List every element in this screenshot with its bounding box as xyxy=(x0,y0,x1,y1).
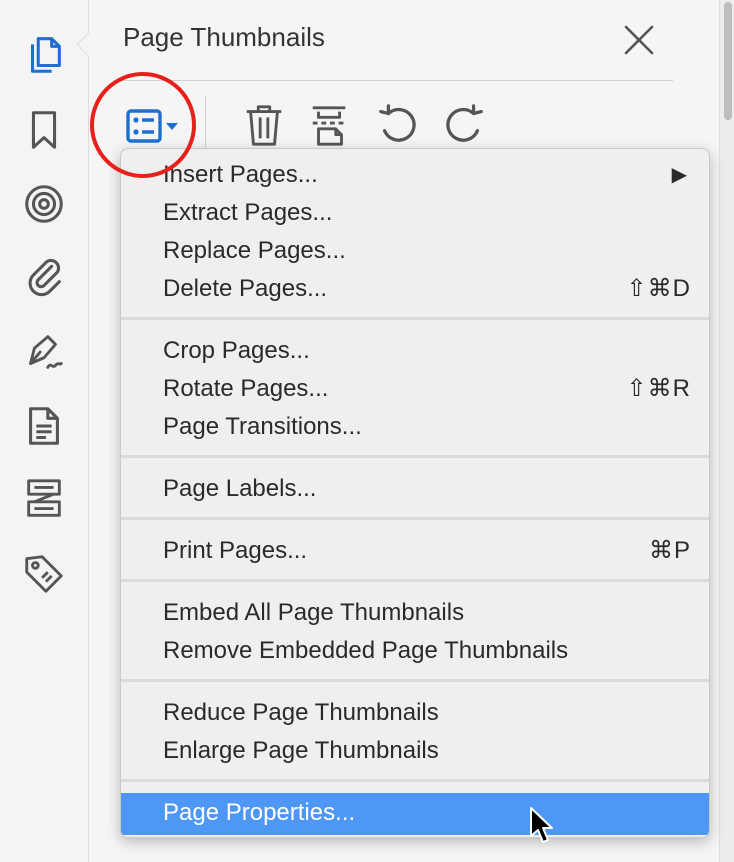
menu-item-shortcut: ⌘P xyxy=(648,537,691,564)
menu-item-label: Crop Pages... xyxy=(163,337,310,364)
close-panel-button[interactable] xyxy=(621,22,657,58)
page-thumbnails-icon[interactable] xyxy=(20,30,68,78)
menu-separator xyxy=(121,579,709,582)
crop-page-icon xyxy=(312,106,346,146)
panel-title: Page Thumbnails xyxy=(123,22,325,52)
crop-pages-button[interactable] xyxy=(305,100,355,150)
menu-item-enlarge-page-thumbnails[interactable]: Enlarge Page Thumbnails xyxy=(121,732,709,770)
delete-pages-button[interactable] xyxy=(239,100,289,150)
menu-item-label: Delete Pages... xyxy=(163,275,328,302)
bookmark-icon[interactable] xyxy=(20,106,68,154)
menu-item-crop-pages[interactable]: Crop Pages... xyxy=(121,332,709,370)
menu-item-page-properties[interactable]: Page Properties... xyxy=(121,793,709,835)
submenu-arrow-icon: ▶ xyxy=(671,164,687,186)
menu-item-label: Page Labels... xyxy=(163,475,317,502)
tag-icon[interactable] xyxy=(20,550,68,598)
menu-item-label: Page Properties... xyxy=(163,799,356,826)
close-icon xyxy=(624,25,654,55)
menu-item-label: Rotate Pages... xyxy=(163,375,329,402)
menu-item-reduce-page-thumbnails[interactable]: Reduce Page Thumbnails xyxy=(121,694,709,732)
menu-item-print-pages[interactable]: Print Pages... ⌘P xyxy=(121,532,709,570)
menu-item-remove-embedded-page-thumbnails[interactable]: Remove Embedded Page Thumbnails xyxy=(121,632,709,670)
tool-rail xyxy=(0,0,89,862)
menu-item-label: Embed All Page Thumbnails xyxy=(163,599,465,626)
title-divider xyxy=(121,80,673,81)
menu-item-embed-all-page-thumbnails[interactable]: Embed All Page Thumbnails xyxy=(121,594,709,632)
document-icon[interactable] xyxy=(20,402,68,450)
menu-item-label: Reduce Page Thumbnails xyxy=(163,699,439,726)
menu-item-rotate-pages[interactable]: Rotate Pages... ⇧⌘R xyxy=(121,370,709,408)
menu-item-label: Remove Embedded Page Thumbnails xyxy=(163,637,569,664)
menu-item-shortcut: ⇧⌘R xyxy=(626,375,691,402)
options-dropdown-menu: Insert Pages... ▶ Extract Pages... Replace … xyxy=(120,148,710,838)
menu-item-page-transitions[interactable]: Page Transitions... xyxy=(121,408,709,446)
menu-separator xyxy=(121,779,709,782)
menu-item-label: Insert Pages... xyxy=(163,161,318,188)
menu-separator xyxy=(121,517,709,520)
mouse-pointer-icon xyxy=(530,807,553,843)
menu-separator xyxy=(121,317,709,320)
options-menu-icon xyxy=(126,109,178,143)
menu-item-label: Extract Pages... xyxy=(163,199,333,226)
menu-item-insert-pages[interactable]: Insert Pages... ▶ xyxy=(121,156,709,194)
menu-item-label: Page Transitions... xyxy=(163,413,362,440)
rotate-clockwise-icon xyxy=(446,104,483,142)
rotate-clockwise-button[interactable] xyxy=(439,100,489,150)
menu-separator xyxy=(121,679,709,682)
menu-item-delete-pages[interactable]: Delete Pages... ⇧⌘D xyxy=(121,270,709,308)
options-menu-button[interactable] xyxy=(124,107,188,147)
trash-icon xyxy=(246,105,282,146)
toolbar-divider xyxy=(205,96,206,148)
attachment-icon[interactable] xyxy=(20,250,68,298)
rotate-counterclockwise-icon xyxy=(379,104,416,142)
menu-item-extract-pages[interactable]: Extract Pages... xyxy=(121,194,709,232)
menu-item-shortcut: ⇧⌘D xyxy=(626,275,691,302)
layers-icon[interactable] xyxy=(20,180,68,228)
menu-item-label: Replace Pages... xyxy=(163,237,346,264)
menu-item-page-labels[interactable]: Page Labels... xyxy=(121,470,709,508)
signature-icon[interactable] xyxy=(20,328,68,376)
panel-scrollbar[interactable] xyxy=(719,0,734,862)
menu-item-label: Enlarge Page Thumbnails xyxy=(163,737,439,764)
scrollbar-thumb[interactable] xyxy=(724,2,732,120)
menu-item-label: Print Pages... xyxy=(163,537,308,564)
rotate-counterclockwise-button[interactable] xyxy=(373,100,423,150)
menu-item-replace-pages[interactable]: Replace Pages... xyxy=(121,232,709,270)
content-icon[interactable] xyxy=(20,474,68,522)
menu-separator xyxy=(121,455,709,458)
